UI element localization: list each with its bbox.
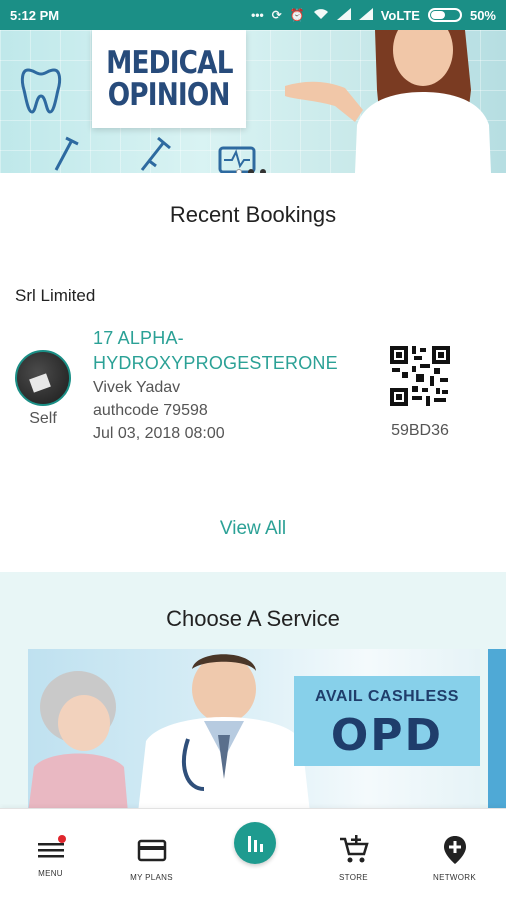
signal-icon-1 [336, 7, 351, 23]
sync-off-icon: ⟳ [271, 8, 282, 22]
tooth-icon [20, 68, 62, 114]
opd-promo-line2: OPD [330, 710, 444, 761]
view-all-link[interactable]: View All [0, 518, 506, 540]
cashless-opd-card[interactable]: AVAIL CASHLESS OPD [28, 649, 480, 813]
booking-datetime: Jul 03, 2018 08:00 [93, 425, 225, 442]
more-notifications-icon: ••• [251, 8, 264, 22]
battery-percent: 50% [469, 7, 496, 23]
status-bar: 5:12 PM ••• ⟳ ⏰ VoLTE 50% [0, 0, 506, 30]
carousel-dot-3[interactable] [260, 169, 266, 173]
booking-authcode: authcode 79598 [93, 402, 208, 419]
booking-card[interactable]: 17 ALPHA- HYDROXYPROGESTERONE Vivek Yada… [93, 326, 373, 445]
nav-network[interactable]: NETWORK [404, 809, 505, 900]
wifi-icon [313, 8, 329, 23]
booking-test-name-line2: HYDROXYPROGESTERONE [93, 353, 338, 373]
nav-menu[interactable]: MENU [0, 809, 101, 900]
carousel-dot-1[interactable] [236, 169, 242, 173]
avatar-label: Self [29, 410, 57, 427]
bar-chart-icon [248, 836, 263, 852]
nav-center-button[interactable] [234, 822, 276, 864]
booking-company: Srl Limited [15, 286, 96, 305]
board-line-1: MEDICAL [105, 45, 233, 81]
signal-icon-2 [358, 7, 373, 23]
woman-illustration [285, 30, 491, 173]
next-service-card[interactable] [488, 649, 506, 813]
status-time: 5:12 PM [10, 7, 60, 23]
carousel-dot-2[interactable] [248, 169, 254, 173]
nav-menu-label: MENU [38, 869, 63, 878]
nav-store-label: STORE [339, 873, 368, 882]
opd-promo-box: AVAIL CASHLESS OPD [294, 676, 480, 766]
network-type-label: VoLTE [380, 7, 420, 23]
choose-service-title: Choose A Service [166, 606, 340, 631]
medical-opinion-board: MEDICAL OPINION [92, 30, 246, 128]
location-plus-icon [443, 836, 466, 864]
alarm-icon: ⏰ [289, 8, 305, 22]
nav-my-plans-label: MY PLANS [130, 873, 173, 882]
nav-store[interactable]: STORE [303, 809, 404, 900]
opd-promo-line1: AVAIL CASHLESS [315, 688, 459, 705]
board-line-2: OPINION [108, 77, 231, 113]
cart-add-icon [339, 835, 369, 863]
booking-test-name-line1: 17 ALPHA- [93, 328, 184, 348]
avatar [15, 350, 71, 406]
nav-network-label: NETWORK [433, 873, 476, 882]
booking-patient: Vivek Yadav [93, 379, 181, 396]
qr-code-text: 59BD36 [391, 422, 449, 439]
recent-bookings-title: Recent Bookings [169, 202, 337, 227]
battery-icon [427, 8, 462, 22]
doctor-patient-illustration [28, 654, 310, 813]
card-icon [137, 839, 166, 862]
nav-my-plans[interactable]: MY PLANS [101, 809, 202, 900]
hamburger-icon [37, 835, 66, 858]
qr-code-icon[interactable] [390, 346, 450, 406]
carousel-dots [236, 169, 266, 173]
status-icons: ••• ⟳ ⏰ VoLTE 50% [251, 7, 496, 23]
promo-banner-carousel[interactable]: MEDICAL OPINION [0, 30, 506, 173]
medical-tools-icons [54, 136, 256, 173]
